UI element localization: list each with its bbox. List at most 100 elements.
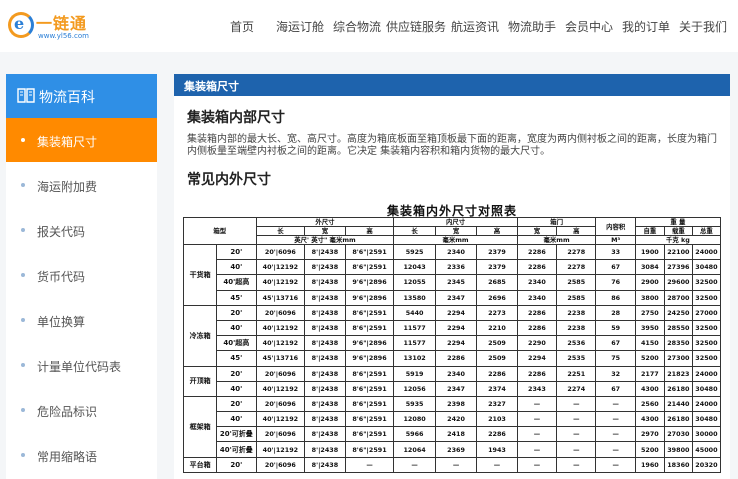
table-cell: 2177	[634, 365, 665, 382]
table-cell: 2685	[476, 274, 518, 291]
nav-item-home[interactable]: 首页	[230, 18, 254, 35]
sidebar-item-unit-conversion[interactable]: 单位换算	[6, 298, 157, 342]
table-cell: —	[476, 456, 518, 473]
header-cell: 载重	[663, 226, 693, 236]
table-cell: 8'|2438	[304, 289, 346, 306]
bullet-icon	[21, 453, 25, 457]
table-cell: 2294	[516, 350, 558, 367]
header-cell: 长	[255, 226, 306, 236]
table-cell: 30000	[691, 426, 721, 443]
sidebar-item-label: 计量单位代码表	[37, 360, 122, 374]
table-cell: 13580	[393, 289, 436, 306]
size-table-figure: 集装箱内外尺寸对照表 箱型 外尺寸 内尺寸 箱门 内容积 重 量 长 宽 高 长…	[183, 200, 721, 479]
table-cell: 26180	[663, 380, 693, 397]
bullet-icon	[21, 228, 25, 232]
table-cell: —	[344, 456, 395, 473]
table-cell: 2286	[516, 304, 558, 321]
table-cell: 9'6"|2896	[344, 335, 395, 352]
table-cell: 39800	[663, 441, 693, 458]
table-cell: 2340	[434, 365, 478, 382]
size-cell: 40'超高	[216, 335, 257, 352]
table-cell: 32500	[691, 319, 721, 337]
nav-item-logistics[interactable]: 综合物流	[333, 18, 381, 35]
table-cell: 2278	[556, 259, 597, 276]
table-cell: 2340	[516, 274, 558, 291]
table-row: 20'可折叠 20'|6096 8'|2438 8'6"|2591 5966 2418 22…	[184, 426, 721, 443]
table-cell: 20320	[691, 456, 721, 473]
table-cell: 32500	[691, 289, 721, 306]
table-cell: 30480	[691, 259, 721, 276]
table-cell: —	[516, 426, 558, 443]
table-cell: 32500	[691, 335, 721, 352]
table-cell: 8'6"|2591	[344, 259, 395, 276]
sidebar-item-unit-codes[interactable]: 计量单位代码表	[6, 343, 157, 387]
header-cell: M³	[595, 235, 636, 245]
table-cell: 2286	[516, 319, 558, 337]
sidebar: 物流百科 集装箱尺寸 海运附加费 报关代码 货币代码 单位换算 计量单位代码表 …	[6, 74, 157, 479]
sidebar-item-customs-codes[interactable]: 报关代码	[6, 208, 157, 252]
size-cell: 40'	[216, 411, 257, 428]
sidebar-item-container-size[interactable]: 集装箱尺寸	[6, 118, 157, 162]
size-cell: 20'可折叠	[216, 426, 257, 443]
table-row: 40'可折叠 40'|12192 8'|2438 8'6"|2591 12064 2369…	[184, 441, 721, 458]
table-cell: —	[595, 426, 636, 443]
table-cell: 1960	[634, 456, 665, 473]
nav-item-ocean-booking[interactable]: 海运订舱	[276, 18, 324, 35]
nav-item-supply-chain[interactable]: 供应链服务	[386, 18, 446, 35]
table-cell: 9'6"|2896	[344, 289, 395, 306]
table-cell: 26180	[663, 411, 693, 428]
table-cell: 5200	[634, 350, 665, 367]
table-cell: 8'6"|2591	[344, 441, 395, 458]
header-cell: 毫米mm	[393, 235, 518, 245]
table-row: 开顶箱 20' 20'|6096 8'|2438 8'6"|2591 5919 2340 22…	[183, 365, 721, 397]
table-cell: 28700	[663, 289, 693, 306]
table-cell: 2238	[556, 304, 597, 321]
table-cell: —	[393, 456, 436, 473]
table-cell: 2585	[556, 289, 597, 306]
table-cell: 2369	[434, 441, 478, 458]
table-cell: 2340	[434, 243, 478, 261]
table-cell: 21823	[663, 365, 693, 382]
table-cell: 8'|2438	[304, 365, 346, 382]
table-cell: 2251	[556, 365, 597, 382]
table-cell: 28550	[663, 319, 693, 337]
size-cell: 40'超高	[216, 274, 257, 291]
table-cell: —	[556, 456, 597, 473]
table-cell: —	[516, 456, 558, 473]
top-bar: e 一链通 www.yl56.com 首页 海运订舱 综合物流 供应链服务 航运…	[0, 0, 738, 52]
sidebar-item-currency-codes[interactable]: 货币代码	[6, 253, 157, 297]
table-cell: —	[556, 426, 597, 443]
table-cell: 2379	[476, 243, 518, 261]
table-row: 框架箱 20' 20'|6096 8'|2438 8'6"|2591 5935 2398 23…	[183, 395, 721, 458]
nav-item-shipping-news[interactable]: 航运资讯	[451, 18, 499, 35]
nav-item-my-orders[interactable]: 我的订单	[622, 18, 670, 35]
nav-item-about-us[interactable]: 关于我们	[679, 18, 727, 35]
table-body: 干货箱 20' 20'|6096 8'|2438 8'6"|2591 5925 2340 23…	[183, 243, 721, 473]
table-cell: 5935	[393, 395, 436, 413]
site-logo[interactable]: e 一链通 www.yl56.com	[6, 6, 96, 46]
table-cell: 18360	[663, 456, 693, 473]
sidebar-item-abbreviations[interactable]: 常用缩略语	[6, 433, 157, 477]
size-cell: 20'	[216, 243, 257, 261]
table-row: 40' 40'|12192 8'|2438 8'6"|2591 12080 2420 210…	[184, 411, 721, 428]
table-cell: 24000	[691, 365, 721, 382]
sidebar-item-dangerous-goods[interactable]: 危险品标识	[6, 388, 157, 432]
table-cell: 2294	[434, 304, 478, 321]
sidebar-item-surcharges[interactable]: 海运附加费	[6, 163, 157, 207]
sidebar-item-label: 常用缩略语	[37, 450, 98, 464]
logo-url: www.yl56.com	[38, 32, 89, 40]
table-cell: 2535	[556, 350, 597, 367]
size-cell: 40'	[216, 380, 257, 397]
size-cell: 20'	[216, 304, 257, 321]
table-cell: 2294	[434, 319, 478, 337]
table-cell: 2560	[634, 395, 665, 413]
header-cell: 宽	[434, 226, 478, 236]
table-cell: 1900	[634, 243, 665, 261]
nav-item-logistics-helper[interactable]: 物流助手	[508, 18, 556, 35]
table-row: 冷冻箱 20' 20'|6096 8'|2438 8'6"|2591 5440 2294 22…	[183, 304, 721, 367]
nav-item-member-center[interactable]: 会员中心	[565, 18, 613, 35]
table-cell: 2290	[516, 335, 558, 352]
table-cell: 2420	[434, 411, 478, 428]
table-cell: 24000	[691, 243, 721, 261]
table-cell: 32500	[691, 274, 721, 291]
